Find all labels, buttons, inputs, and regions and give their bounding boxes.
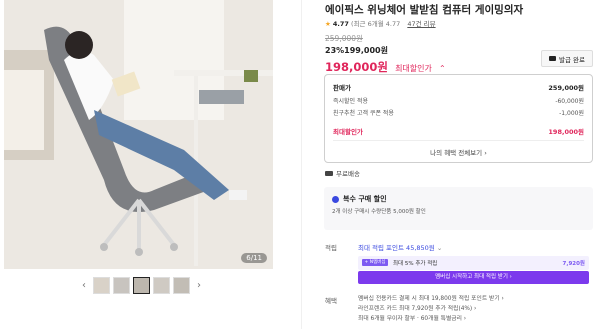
membership-badge: + N멤버십 [362, 259, 388, 266]
multi-purchase-subtitle: 2개 이상 구매시 수량단품 5,000원 할인 [332, 209, 426, 215]
multi-purchase-title: 복수 구매 할인 [332, 194, 387, 204]
shipping-label: 무료배송 [336, 170, 360, 178]
coupon-icon [549, 56, 556, 61]
benefits-label: 혜택 [325, 297, 337, 305]
points-value: 최대 적립 포인트 45,850원 [358, 244, 435, 252]
image-counter: 6/11 [241, 253, 267, 263]
thumbnail-3[interactable] [133, 277, 150, 294]
thumbnail-next-button[interactable]: › [193, 280, 205, 291]
breakdown-row-instant: 즉시할인 적용 -60,000원 [333, 96, 584, 105]
coupon-label: 발급 완료 [559, 55, 585, 64]
product-main-image[interactable]: 6/11 [4, 0, 273, 269]
truck-icon [325, 170, 333, 176]
column-divider [301, 0, 302, 329]
price-breakdown-box: 판매가 259,000원 즉시할인 적용 -60,000원 친구추천 고객 쿠폰… [324, 74, 593, 163]
discount-percent: 23% [325, 46, 345, 55]
thumbnail-2[interactable] [113, 277, 130, 294]
breakdown-label: 친구추천 고객 쿠폰 적용 [333, 110, 394, 117]
star-icon: ★ [325, 20, 331, 28]
points-dropdown[interactable]: 최대 적립 포인트 45,850원 ⌄ [358, 242, 442, 252]
chevron-up-icon: ⌃ [438, 64, 446, 73]
breakdown-divider [333, 140, 584, 141]
breakdown-label: 판매가 [333, 84, 351, 92]
breakdown-value: 259,000원 [548, 84, 584, 92]
thumbnail-4[interactable] [153, 277, 170, 294]
discounted-price: 199,000원 [344, 46, 388, 55]
rating-row: ★ 4.77 (최근 6개월 4.77 47건 리뷰 [325, 18, 436, 28]
final-price-line[interactable]: 198,000원 최대할인가 ⌃ [325, 56, 446, 75]
membership-amount: 7,920원 [562, 261, 585, 267]
view-all-benefits-button[interactable]: 나의 혜택 전체보기 › [325, 147, 592, 157]
breakdown-row-coupon: 친구추천 고객 쿠폰 적용 -1,000원 [333, 108, 584, 117]
rating-score: 4.77 [332, 20, 349, 28]
max-discount-label: 최대할인가 [395, 64, 432, 73]
multi-purchase-title-text: 복수 구매 할인 [343, 195, 387, 203]
breakdown-label: 즉시할인 적용 [333, 98, 369, 105]
shipping-info: 무료배송 [325, 168, 360, 178]
breakdown-value: 198,000원 [548, 128, 584, 136]
thumbnail-1[interactable] [93, 277, 110, 294]
thumbnail-5[interactable] [173, 277, 190, 294]
breakdown-row-final: 최대할인가 198,000원 [333, 126, 584, 136]
rating-detail: (최근 6개월 4.77 [351, 20, 401, 28]
breakdown-value: -60,000원 [555, 98, 584, 105]
discount-badge-icon [332, 195, 339, 203]
benefits-list: 멤버십 전용카드 결제 시 최대 19,800원 적립 포인트 받기 › 라인프… [358, 294, 504, 324]
original-price: 259,000원 [325, 34, 363, 43]
membership-text: 최대 5% 추가 적립 [393, 261, 438, 267]
breakdown-row-sale: 판매가 259,000원 [333, 82, 584, 92]
membership-row: + N멤버십 최대 5% 추가 적립 7,920원 [358, 256, 589, 270]
breakdown-label: 최대할인가 [333, 128, 363, 136]
benefit-item[interactable]: 라인프렌즈 카드 최대 7,920원 추가 적립(4%) › [358, 304, 504, 314]
membership-start-button[interactable]: 멤버십 시작하고 최대 적립 받기 › [358, 271, 589, 284]
chevron-down-icon: ⌄ [436, 244, 443, 252]
points-label: 적립 [325, 244, 337, 252]
breakdown-value: -1,000원 [559, 110, 584, 117]
benefit-item[interactable]: 멤버십 전용카드 결제 시 최대 19,800원 적립 포인트 받기 › [358, 294, 504, 304]
review-link[interactable]: 47건 리뷰 [407, 20, 435, 28]
product-title: 에이픽스 위닝체어 발받침 컴퓨터 게이밍의자 [325, 4, 524, 16]
coupon-issued-button[interactable]: 발급 완료 [541, 50, 593, 67]
final-price: 198,000원 [325, 60, 388, 74]
benefit-item[interactable]: 최대 6개월 무이자 할부 · 60개월 특별금리 › [358, 314, 504, 324]
discount-line: 23%199,000원 [325, 45, 388, 56]
thumbnail-prev-button[interactable]: ‹ [78, 280, 90, 291]
thumbnail-strip: ‹ › [78, 277, 205, 294]
multi-purchase-box: 복수 구매 할인 2개 이상 구매시 수량단품 5,000원 할인 [324, 187, 593, 230]
chair-photo [4, 0, 273, 269]
